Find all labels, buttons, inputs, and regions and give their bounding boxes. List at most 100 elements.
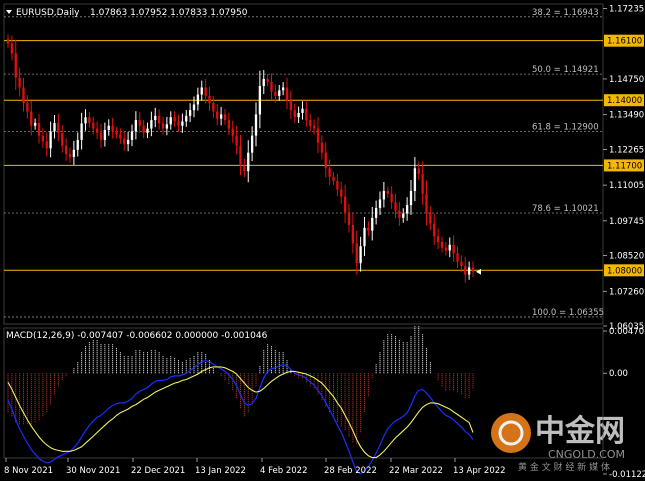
candle-down [464,266,467,275]
candle-up [181,121,184,126]
candle-down [274,91,277,96]
level-badge-label: 1.14000 [607,96,642,106]
watermark-logo-icon [491,413,531,453]
candle-down [243,165,246,172]
candle-up [382,190,386,200]
candle-up [53,122,56,132]
ohlc-readout: 1.07863 1.07952 1.07833 1.07950 [90,8,248,18]
candle-down [332,176,335,182]
time-tick-label: 4 Feb 2022 [260,466,308,476]
time-tick-label: 8 Nov 2021 [4,466,53,476]
candle-up [467,267,471,275]
candle-up [72,149,76,157]
watermark-sub: CNGOLD.COM [548,448,625,461]
candle-down [316,128,320,143]
candle-down [41,135,45,142]
price-tick-label: 1.06035 [609,322,644,332]
candle-down [312,125,316,129]
candle-up [165,124,169,129]
candle-down [177,121,180,126]
candle-down [99,132,103,140]
candle-down [444,247,448,251]
candle-up [185,115,188,122]
candle-down [26,103,29,112]
candle-down [204,87,207,96]
candle-down [61,132,64,146]
candle-up [154,115,157,121]
candle-down [111,125,114,132]
macd-tick-label: 0.00 [609,369,628,379]
macd-tick-label: -0.011227 [609,470,645,480]
candle-down [123,138,126,145]
candle-up [192,104,196,111]
candle-up [359,246,362,264]
candle-up [301,108,304,113]
candle-up [297,112,300,118]
candle-down [456,253,459,262]
time-tick-label: 13 Jan 2022 [195,466,246,476]
candle-down [138,120,141,126]
candle-up [413,168,417,191]
candle-down [336,181,339,190]
candle-up [219,114,223,119]
candle-down [452,244,455,254]
candle-up [409,190,413,206]
candle-up [278,90,281,96]
candle-down [142,125,145,133]
candle-down [64,145,68,155]
candle-down [68,154,72,157]
candle-down [161,123,165,129]
price-tick-label: 1.09745 [609,217,644,227]
candle-up [130,131,134,140]
candle-down [309,120,312,126]
candle-down [18,77,21,88]
candle-up [196,94,200,105]
candle-up [250,135,254,153]
candle-up [169,117,172,125]
candle-up [76,139,79,150]
candle-down [37,122,41,136]
time-tick-label: 22 Mar 2022 [389,466,443,476]
candle-down [429,213,432,224]
candle-down [289,100,293,111]
candle-down [235,135,238,146]
fib-level-label: 50.0 = 1.14921 [532,65,599,75]
candle-up [84,117,87,124]
chart-header: EURUSD,Daily 1.07863 1.07952 1.07833 1.0… [6,8,248,18]
time-tick-label: 13 Apr 2022 [453,466,506,476]
fib-level-label: 78.6 = 1.10021 [532,204,599,214]
candle-down [173,117,176,122]
candle-down [440,241,444,248]
candle-down [30,111,33,126]
candle-up [363,227,366,247]
candle-down [394,202,397,211]
fib-level-label: 61.8 = 1.12900 [532,122,599,132]
candle-down [324,152,327,169]
candle-down [10,43,14,54]
level-badge-label: 1.16100 [607,37,642,47]
candle-up [402,213,405,218]
candle-down [398,210,401,218]
candle-down [57,122,60,133]
candle-down [223,114,227,121]
level-badge-label: 1.08000 [607,266,642,276]
candle-down [460,261,463,267]
candle-up [134,120,138,132]
price-tick-label: 1.07260 [609,287,644,297]
price-tick-label: 1.14750 [609,75,644,85]
candle-down [14,53,17,78]
candle-up [80,123,83,140]
candle-up [103,129,107,140]
time-tick-label: 30 Nov 2021 [66,466,120,476]
candle-down [328,168,331,177]
candle-down [425,193,428,214]
candle-down [347,212,351,225]
candle-up [146,128,149,133]
candle-up [107,125,110,130]
candle-down [471,267,475,272]
candle-down [351,224,355,244]
watermark-title: 中金网 [535,414,625,449]
candle-down [390,193,393,203]
fib-level-label: 100.0 = 1.06355 [532,308,604,318]
price-tick-label: 1.08520 [609,252,644,262]
